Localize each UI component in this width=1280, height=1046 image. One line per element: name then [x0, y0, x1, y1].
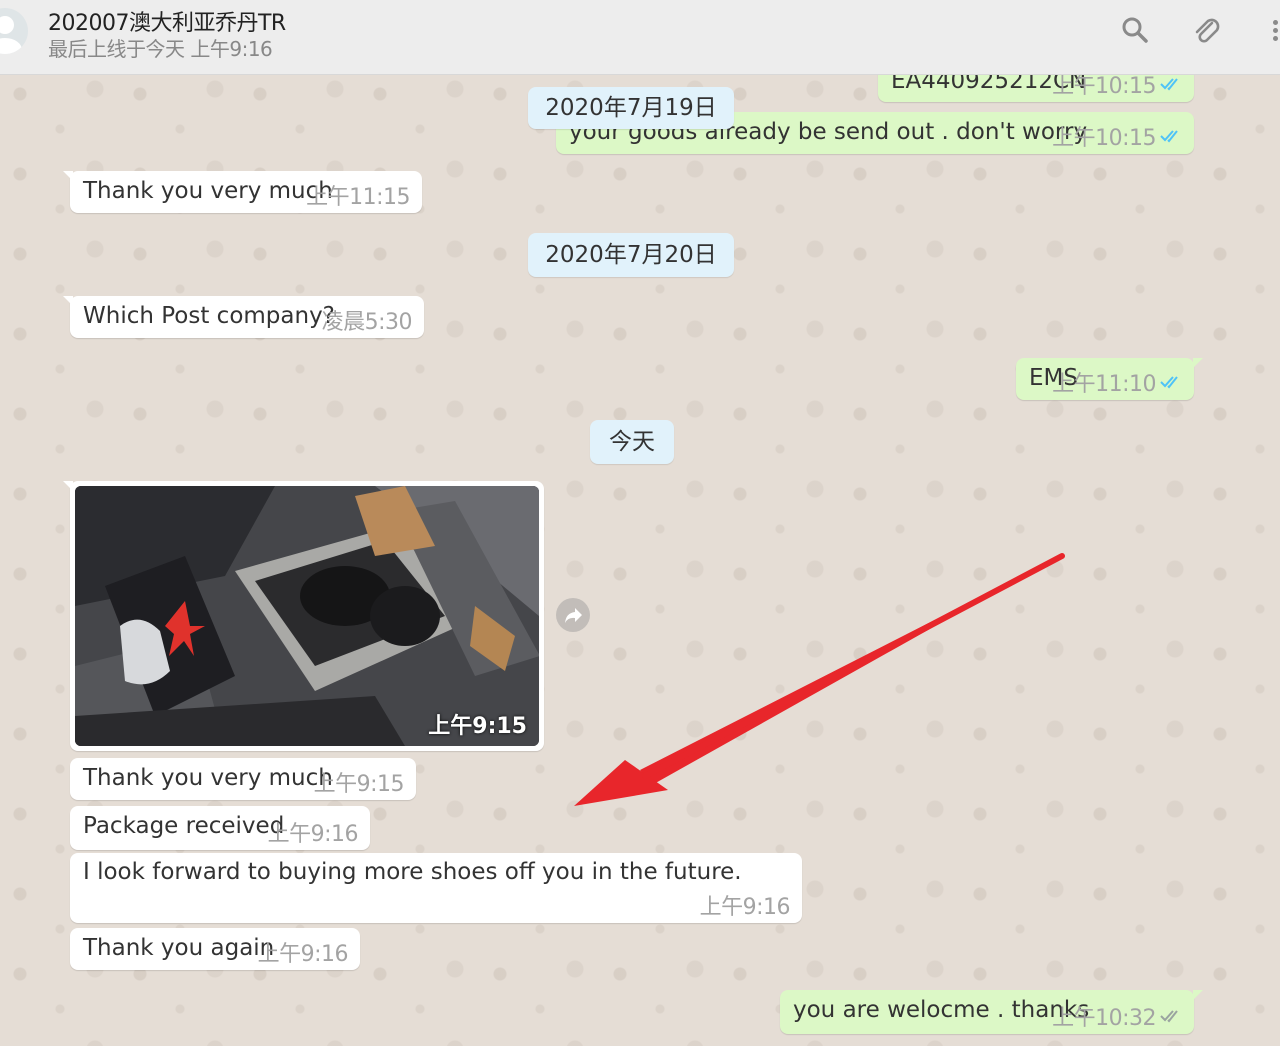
message-time: 上午10:32: [1052, 1000, 1182, 1032]
outgoing-message[interactable]: EMS 上午11:10: [1016, 358, 1203, 400]
message-time: 上午9:16: [257, 942, 349, 967]
message-time: 上午11:10: [1052, 366, 1182, 398]
image-message[interactable]: 上午9:15: [63, 481, 544, 751]
incoming-message[interactable]: Package received 上午9:16: [70, 806, 370, 850]
outgoing-message[interactable]: you are welocme . thanks 上午10:32: [780, 990, 1203, 1034]
message-time: 上午10:15: [1052, 120, 1182, 152]
message-time: 上午9:15: [313, 772, 405, 797]
time-label: 上午10:15: [1052, 126, 1156, 151]
date-divider: 2020年7月20日: [528, 233, 734, 277]
time-label: 上午11:10: [1052, 372, 1156, 397]
message-text: Thank you very much: [83, 178, 333, 204]
message-text: Thank you very much: [83, 765, 333, 791]
message-time: 上午9:16: [699, 895, 791, 920]
message-time: 上午9:16: [267, 822, 359, 847]
message-time: 凌晨5:30: [321, 310, 413, 335]
incoming-message[interactable]: Thank you very much 上午11:15: [63, 171, 422, 213]
incoming-message[interactable]: Which Post company? 凌晨5:30: [63, 296, 424, 338]
time-label: 上午10:32: [1052, 1006, 1156, 1031]
attach-icon[interactable]: [1190, 14, 1222, 46]
read-receipt-icon: [1160, 129, 1182, 143]
delivered-receipt-icon: [1160, 1009, 1182, 1023]
shoe-box-photo[interactable]: 上午9:15: [75, 486, 539, 746]
forward-icon[interactable]: [556, 598, 590, 632]
message-text: Package received: [83, 813, 285, 839]
message-text: Thank you again: [83, 935, 275, 961]
read-receipt-icon: [1160, 375, 1182, 389]
read-receipt-icon: [1160, 77, 1182, 91]
message-time: 上午11:15: [306, 185, 410, 210]
date-divider: 今天: [590, 420, 674, 464]
avatar[interactable]: [0, 8, 28, 54]
message-text: I look forward to buying more shoes off …: [83, 859, 742, 885]
message-text: you are welocme . thanks: [793, 997, 1090, 1023]
image-time: 上午9:15: [428, 714, 527, 739]
search-icon[interactable]: [1119, 14, 1151, 46]
menu-icon[interactable]: [1266, 14, 1280, 46]
incoming-message[interactable]: Thank you very much 上午9:15: [70, 758, 416, 800]
chat-header: 202007澳大利亚乔丹TR 最后上线于今天 上午9:16: [0, 0, 1280, 75]
message-text: Which Post company?: [83, 303, 335, 329]
incoming-message[interactable]: I look forward to buying more shoes off …: [70, 853, 802, 923]
incoming-message[interactable]: Thank you again 上午9:16: [70, 928, 360, 970]
last-seen-status: 最后上线于今天 上午9:16: [48, 37, 273, 61]
date-divider: 2020年7月19日: [528, 87, 734, 129]
